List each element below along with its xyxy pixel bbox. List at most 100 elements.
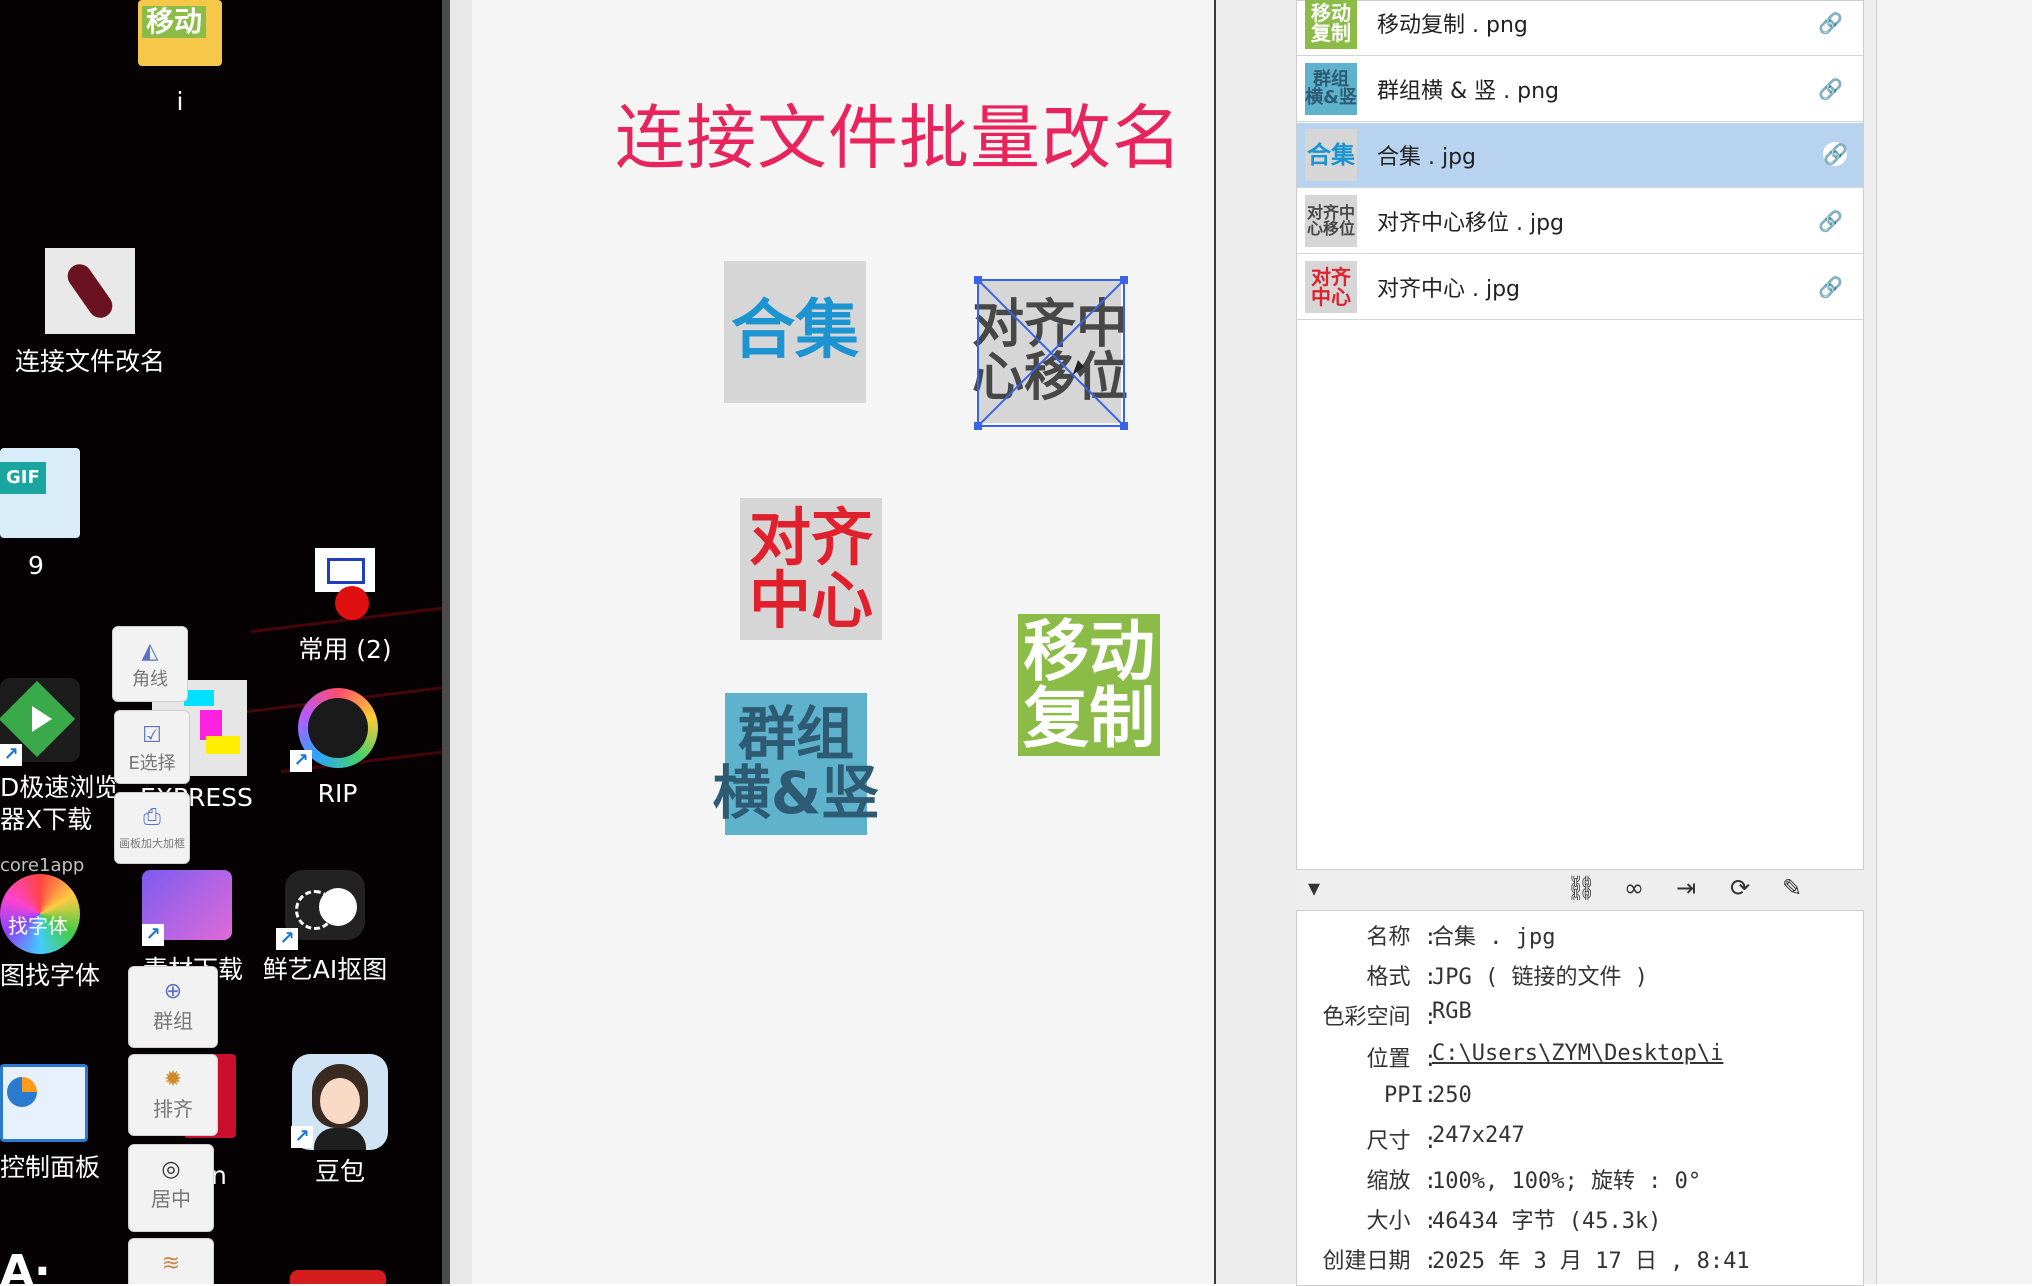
tool-align-button[interactable]: ✹ 排齐 [128, 1054, 218, 1136]
links-panel: 移动 复制 移动复制 . png 🔗 群组 横&竖 群组横 & 竖 . png … [1296, 0, 1876, 1286]
shortcut-arrow-icon: ↗ [290, 750, 312, 772]
desktop-icon-gif[interactable]: GIF 9 [0, 448, 80, 582]
script-icon [45, 248, 135, 334]
checkbox-icon: ☑ [142, 723, 162, 748]
links-list: 移动 复制 移动复制 . png 🔗 群组 横&竖 群组横 & 竖 . png … [1296, 0, 1864, 870]
desktop-icon-control-panel[interactable]: 控制面板 [0, 1064, 110, 1184]
image-tile-heji[interactable]: 合集 [724, 261, 866, 403]
desktop-icon-label: 图找字体 [0, 961, 101, 990]
desktop-icon-doubao[interactable]: ↗ 豆包 [285, 1054, 395, 1188]
link-row[interactable]: 群组 横&竖 群组横 & 竖 . png 🔗 [1297, 57, 1863, 122]
info-created: 2025 年 3 月 17 日 , 8:41 [1432, 1249, 1750, 1274]
shortcut-arrow-icon: ↗ [142, 924, 164, 946]
edit-pencil-icon[interactable]: ✎ [1782, 874, 1802, 902]
shortcut-arrow-icon: ↗ [291, 1126, 313, 1148]
tool-eselect-button[interactable]: ☑ E选择 [114, 710, 190, 784]
bottom-partial-text: A· [0, 1246, 51, 1284]
right-window-edge [1876, 0, 2032, 1284]
desktop-icon-rename[interactable]: 连接文件改名 [10, 248, 170, 378]
desktop-icon-label: i [176, 87, 184, 116]
align-burst-icon: ✹ [163, 1067, 183, 1092]
info-key: 名称 : [1366, 925, 1438, 950]
link-row[interactable]: 对齐 中心 对齐中心 . jpg 🔗 [1297, 255, 1863, 320]
desktop-icon-label: 连接文件改名 [14, 347, 165, 376]
info-filesize: 46434 字节 (45.3k) [1432, 1209, 1662, 1234]
whiteboard-icon [315, 548, 375, 620]
tool-artboard-button[interactable]: ⎙ 画板加大加框 [114, 792, 190, 864]
resize-handle-se[interactable] [1120, 422, 1128, 430]
desktop-icon-findfont[interactable]: core1app 找字体 图找字体 [0, 855, 110, 992]
link-chain-icon[interactable]: 🔗 [1818, 275, 1843, 299]
tool-label: 居中 [151, 1187, 191, 1211]
selection-box[interactable] [974, 276, 1128, 430]
tool-group-button[interactable]: ⊕ 群组 [128, 966, 218, 1048]
image-tile-duiqi-zhongxin[interactable]: 对齐 中心 [740, 498, 882, 640]
link-chain-icon[interactable]: 🔗 [1818, 77, 1843, 101]
bottom-partial-icon [290, 1270, 386, 1284]
info-key: 缩放 : [1366, 1169, 1438, 1194]
window-divider [442, 0, 450, 1284]
link-row[interactable]: 对齐中 心移位 对齐中心移位 . jpg 🔗 [1297, 189, 1863, 254]
desktop-background: 移动 i 连接文件改名 GIF 9 常用 (2) ↗ D极速浏览 器X下载 EX… [0, 0, 450, 1284]
link-name: 合集 . jpg [1377, 145, 1477, 170]
stripes-icon: ≋ [161, 1251, 181, 1276]
link-thumbnail: 合集 [1305, 129, 1357, 181]
link-name: 移动复制 . png [1377, 13, 1528, 38]
link-chain-icon[interactable]: 🔗 [1818, 11, 1843, 35]
tool-extra-button[interactable]: ≋ [128, 1238, 214, 1284]
desktop-icon-folder-i[interactable]: 移动 i [130, 0, 230, 118]
desktop-icon-xianyi[interactable]: ↗ 鲜艺AI抠图 [260, 870, 390, 986]
image-tile-yidong-fuzhi[interactable]: 移动 复制 [1018, 614, 1160, 756]
desktop-icon-common[interactable]: 常用 (2) [280, 548, 410, 666]
rainbow-font-icon: 找字体 [0, 874, 80, 954]
link-chain-icon[interactable]: 🔗 [1818, 209, 1843, 233]
info-key: 格式 : [1366, 965, 1438, 990]
link-info-panel: 名称 : 合集 . jpg 格式 : JPG ( 链接的文件 ) 色彩空间 : RGB… [1296, 910, 1864, 1286]
place-icon[interactable]: ⇥ [1676, 874, 1696, 902]
link-thumbnail: 对齐 中心 [1305, 261, 1357, 313]
triangle-icon: ◭ [141, 639, 159, 664]
shortcut-arrow-icon: ↗ [0, 744, 22, 766]
gif-file-icon: GIF [0, 448, 80, 538]
link-chain-icon[interactable]: 🔗 [1823, 142, 1848, 166]
links-toolbar: ▾ ⛓ ∞ ⇥ ⟳ ✎ [1296, 868, 1862, 910]
image-tile-qunzu[interactable]: 群组 横&竖 [713, 693, 879, 835]
info-key: 尺寸 : [1366, 1129, 1438, 1154]
center-target-icon: ◎ [161, 1157, 181, 1182]
tool-corner-line-button[interactable]: ◭ 角线 [112, 626, 188, 702]
link-name: 对齐中心 . jpg [1377, 277, 1521, 302]
link-name: 群组横 & 竖 . png [1377, 79, 1559, 104]
resize-handle-sw[interactable] [974, 422, 982, 430]
refresh-icon[interactable]: ⟳ [1730, 874, 1750, 902]
tool-label: 群组 [153, 1009, 193, 1033]
selection-cross-lines [979, 281, 1123, 425]
shortcut-arrow-icon: ↗ [276, 928, 298, 950]
info-location-link[interactable]: C:\Users\ZYM\Desktop\i [1432, 1041, 1723, 1066]
info-key: 色彩空间 : [1322, 1005, 1438, 1030]
link-row-selected[interactable]: 合集 合集 . jpg 🔗 [1297, 123, 1863, 188]
relink-to-folder-icon[interactable]: ⛓ [1566, 874, 1596, 902]
tool-center-button[interactable]: ◎ 居中 [128, 1144, 214, 1232]
info-colorspace: RGB [1432, 999, 1472, 1024]
desktop-icon-label: RIP [317, 779, 358, 808]
info-ppi: 250 [1432, 1083, 1472, 1108]
resize-handle-ne[interactable] [1120, 276, 1128, 284]
tool-label: 画板加大加框 [119, 837, 185, 850]
desktop-icon-label: D极速浏览 器X下载 [0, 773, 120, 834]
tool-label: 角线 [132, 669, 168, 690]
desktop-icon-rip[interactable]: ↗ RIP [290, 688, 385, 810]
info-format: JPG ( 链接的文件 ) [1432, 965, 1648, 990]
artboard-frame-icon: ⎙ [143, 805, 161, 830]
resize-handle-nw[interactable] [974, 276, 982, 284]
link-name: 对齐中心移位 . jpg [1377, 211, 1565, 236]
desktop-icon-browser[interactable]: ↗ D极速浏览 器X下载 [0, 678, 120, 836]
info-key: PPI: [1384, 1083, 1437, 1108]
link-icon[interactable]: ∞ [1624, 874, 1644, 902]
expand-triangle-icon[interactable]: ▾ [1308, 874, 1320, 902]
info-key: 大小 : [1366, 1209, 1438, 1234]
desktop-icon-label: 豆包 [314, 1157, 365, 1186]
link-row[interactable]: 移动 复制 移动复制 . png 🔗 [1297, 0, 1863, 56]
tool-label: E选择 [128, 753, 176, 774]
control-panel-icon [0, 1064, 88, 1142]
desktop-icon-label: 控制面板 [0, 1153, 101, 1182]
